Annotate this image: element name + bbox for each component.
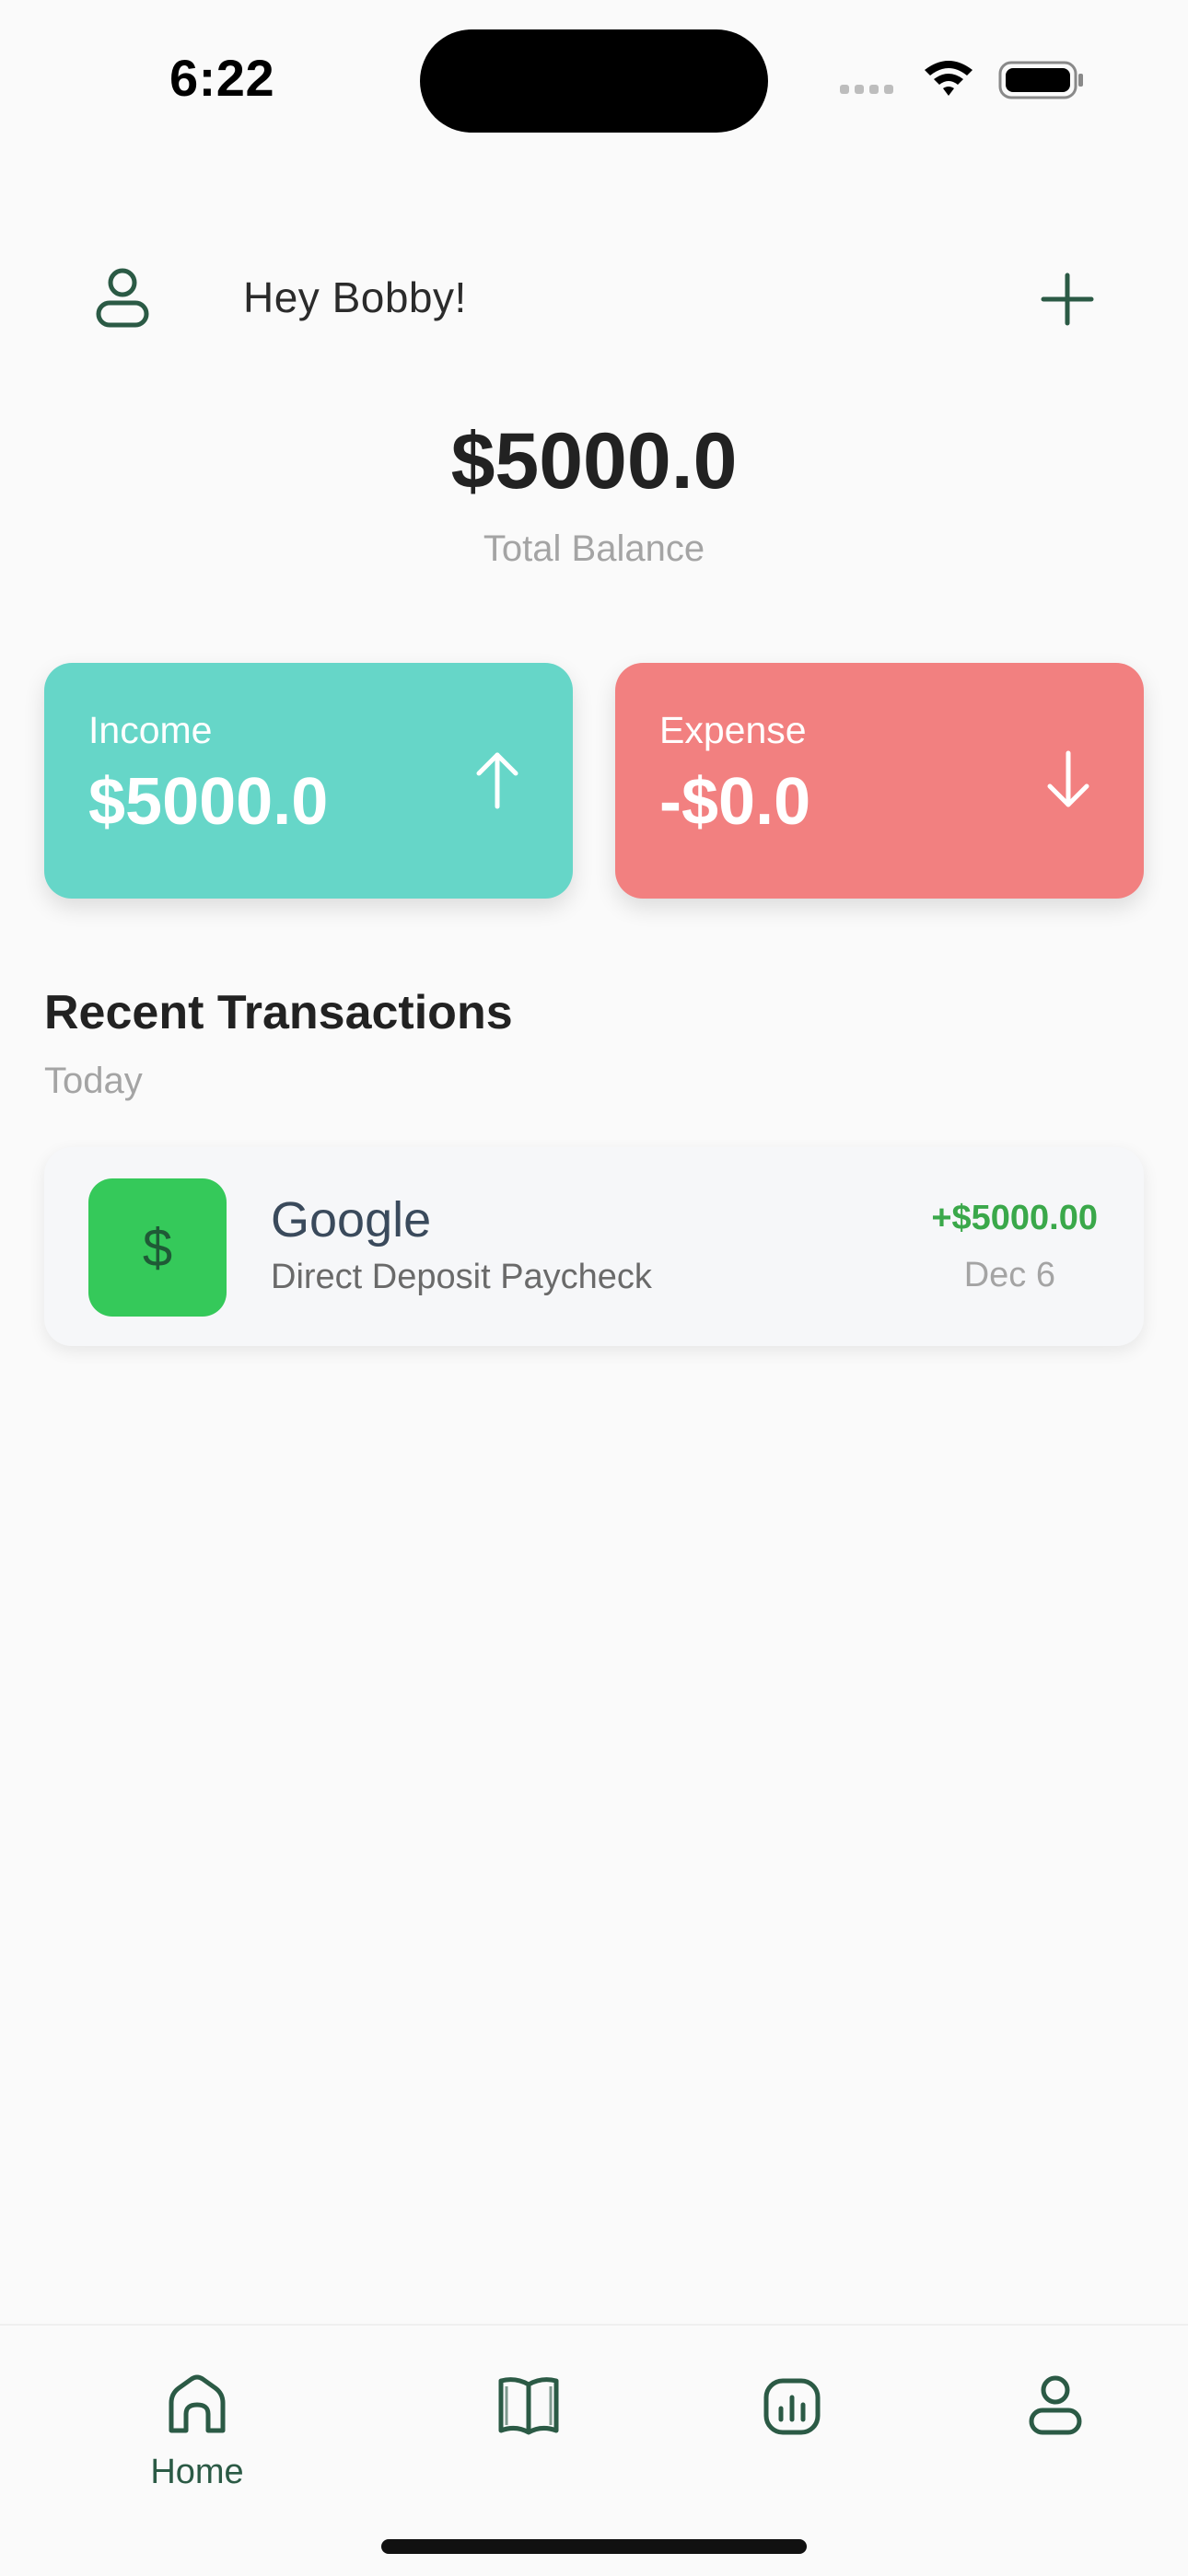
person-icon xyxy=(1029,2375,1082,2435)
total-balance-amount: $5000.0 xyxy=(450,417,738,505)
nav-profile[interactable] xyxy=(973,2353,1138,2501)
book-icon xyxy=(498,2377,559,2435)
transaction-date: Dec 6 xyxy=(963,1256,1055,1294)
home-indicator xyxy=(381,2539,807,2554)
transactions-date-group: Today xyxy=(44,1061,143,1101)
wifi-icon xyxy=(925,61,973,96)
person-icon xyxy=(96,268,149,328)
nav-book[interactable] xyxy=(446,2353,611,2501)
status-time: 6:22 xyxy=(169,49,275,107)
income-card[interactable]: Income $5000.0 xyxy=(44,663,573,899)
arrow-down-icon xyxy=(1047,750,1089,807)
bottom-nav: Home xyxy=(0,2324,1188,2576)
income-value: $5000.0 xyxy=(88,765,329,839)
profile-button[interactable] xyxy=(83,258,162,337)
expense-label: Expense xyxy=(659,709,807,751)
nav-stats[interactable] xyxy=(709,2353,875,2501)
transaction-row[interactable]: $ Google Direct Deposit Paycheck +$5000.… xyxy=(44,1147,1144,1346)
total-balance-label: Total Balance xyxy=(483,528,705,569)
greeting-text: Hey Bobby! xyxy=(243,273,467,321)
add-transaction-button[interactable] xyxy=(1031,267,1103,331)
income-label: Income xyxy=(88,709,213,751)
cellular-signal-icon xyxy=(840,85,893,94)
dynamic-island xyxy=(420,29,768,133)
nav-home[interactable]: Home xyxy=(114,2353,280,2501)
home-icon xyxy=(169,2374,226,2433)
transaction-amount: +$5000.00 xyxy=(931,1199,1098,1237)
arrow-up-icon xyxy=(476,752,518,809)
status-icons xyxy=(840,57,1089,103)
nav-home-label: Home xyxy=(150,2453,244,2491)
battery-icon xyxy=(998,61,1083,99)
transaction-description: Direct Deposit Paycheck xyxy=(271,1258,652,1296)
plus-icon xyxy=(1041,273,1094,326)
expense-card[interactable]: Expense -$0.0 xyxy=(615,663,1144,899)
transaction-name: Google xyxy=(271,1192,432,1247)
expense-value: -$0.0 xyxy=(659,765,811,839)
dollar-icon: $ xyxy=(88,1178,227,1317)
chart-icon xyxy=(763,2378,821,2435)
recent-transactions-title: Recent Transactions xyxy=(44,986,513,1039)
